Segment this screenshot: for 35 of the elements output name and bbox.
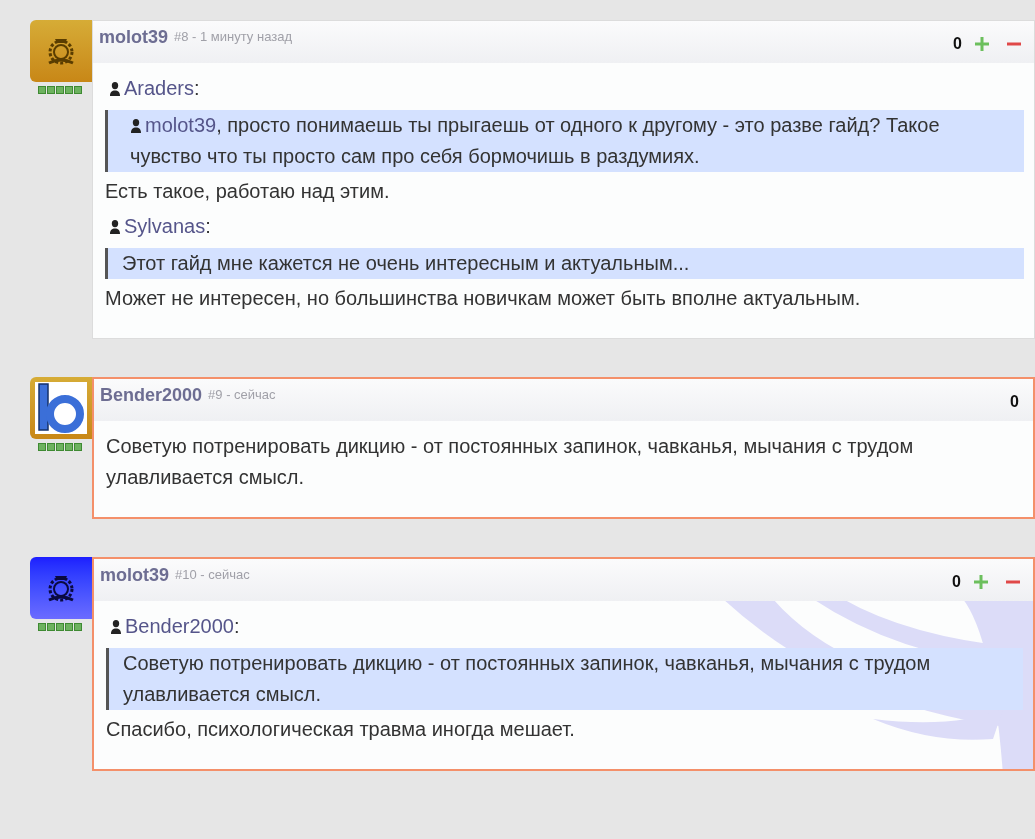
comment-text: Есть такое, работаю над этим.	[105, 179, 391, 204]
quoted-user-link[interactable]: Bender2000	[125, 611, 234, 642]
author-name[interactable]: Bender2000	[100, 381, 203, 409]
upvote-button[interactable]	[973, 574, 989, 590]
upvote-button[interactable]	[974, 36, 990, 52]
quoted-user-link[interactable]: Araders	[124, 73, 195, 104]
quote-block: molot39, просто понимаешь ты прыгаешь от одного к другому - это разве гайд? Такое чувство что ты просто сам про себя бормочишь в раздумиях.	[105, 110, 1024, 172]
post-meta: #8 - 1 минуту назад	[174, 28, 292, 47]
avatar[interactable]	[30, 557, 92, 619]
comment-text: Может не интересен, но большинства новичкам может быть вполне актуальным.	[105, 286, 862, 311]
user-icon	[110, 619, 122, 634]
logo-picture	[35, 382, 87, 434]
vote-score: 0	[1010, 392, 1019, 412]
post-meta: #10 - сейчас	[175, 566, 250, 585]
user-icon	[109, 81, 121, 96]
vote-score: 0	[953, 34, 962, 54]
plus-icon	[974, 36, 990, 52]
avatar[interactable]	[30, 377, 92, 439]
comment-text: Спасибо, психологическая травма иногда мешает.	[106, 717, 576, 742]
user-icon	[109, 219, 121, 234]
author-name[interactable]: molot39	[100, 561, 169, 589]
colon-text: :	[234, 614, 240, 639]
author-name[interactable]: molot39	[99, 23, 168, 51]
plus-icon	[973, 574, 989, 590]
vote-score: 0	[952, 572, 961, 592]
colon-text: :	[194, 76, 200, 101]
quote-block: Этот гайд мне кажется не очень интересным и актуальным...	[105, 248, 1024, 279]
avatar[interactable]	[30, 20, 92, 82]
quoted-user-link[interactable]: Sylvanas	[124, 211, 206, 242]
user-icon	[130, 119, 142, 133]
post-meta: #9 - сейчас	[208, 386, 276, 405]
quote-block: Советую потренировать дикцию - от постоянных запинок, чавканья, мычания с трудом улавливается смысл.	[106, 648, 1023, 710]
colon-text: :	[205, 214, 211, 239]
mention-link[interactable]: molot39	[145, 114, 217, 136]
comment-text: Советую потренировать дикцию - от постоянных запинок, чавканья, мычания с трудом улавливается смысл.	[106, 434, 915, 490]
